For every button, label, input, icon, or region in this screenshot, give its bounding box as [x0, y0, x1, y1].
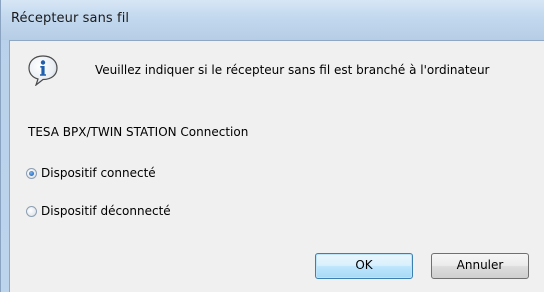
prompt-text: Veuillez indiquer si le récepteur sans f…	[95, 63, 490, 77]
radio-button-checked[interactable]	[26, 167, 37, 179]
info-icon	[28, 55, 58, 86]
radio-button-unchecked[interactable]	[26, 205, 37, 217]
ok-button[interactable]: OK	[315, 253, 413, 279]
window-title: Récepteur sans fil	[11, 11, 130, 26]
title-bar[interactable]: Récepteur sans fil	[1, 0, 544, 40]
connection-label: TESA BPX/TWIN STATION Connection	[28, 125, 249, 139]
radio-device-connected[interactable]: Dispositif connecté	[26, 166, 156, 180]
cancel-button[interactable]: Annuler	[431, 253, 529, 279]
radio-label-connected: Dispositif connecté	[41, 166, 156, 180]
radio-label-disconnected: Dispositif déconnecté	[41, 204, 171, 218]
radio-device-disconnected[interactable]: Dispositif déconnecté	[26, 204, 171, 218]
dialog-window: Récepteur sans fil Veuillez indiquer si …	[0, 0, 544, 292]
